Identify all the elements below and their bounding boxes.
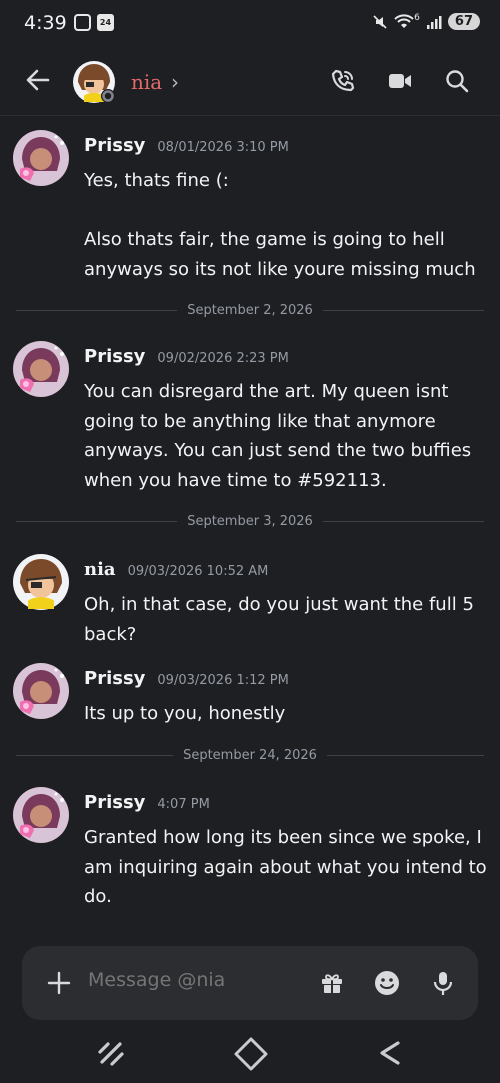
chevron-right-icon[interactable]: › xyxy=(171,70,179,94)
avatar[interactable] xyxy=(12,553,70,611)
divider-label: September 3, 2026 xyxy=(187,513,313,529)
message-author[interactable]: Prissy xyxy=(84,792,145,813)
avatar[interactable] xyxy=(72,60,116,104)
message-composer xyxy=(22,946,478,1020)
message-timestamp: 4:07 PM xyxy=(157,797,210,812)
nav-back-icon[interactable] xyxy=(376,1036,404,1070)
plus-icon[interactable] xyxy=(46,970,72,996)
divider-line xyxy=(322,520,485,522)
message-input[interactable] xyxy=(88,969,298,991)
message-timestamp: 09/02/2026 2:23 PM xyxy=(157,351,289,366)
divider-line xyxy=(322,309,485,311)
divider-line xyxy=(16,754,174,756)
date-divider: September 24, 2026 xyxy=(16,745,485,765)
recent-apps-icon[interactable] xyxy=(94,1036,128,1070)
message-text: You can disregard the art. My queen isnt… xyxy=(84,381,477,491)
divider-line xyxy=(16,309,178,311)
system-nav-bar xyxy=(0,1030,500,1083)
wifi-label: 6 xyxy=(414,12,420,23)
home-icon[interactable] xyxy=(233,1036,269,1072)
avatar[interactable] xyxy=(12,129,70,187)
calendar-badge-icon: 24 xyxy=(97,14,114,31)
message-author[interactable]: Prissy xyxy=(84,668,145,689)
divider-line xyxy=(326,754,485,756)
microphone-icon[interactable] xyxy=(432,970,454,996)
message-author[interactable]: Prissy xyxy=(84,346,145,367)
avatar[interactable] xyxy=(12,662,70,720)
dm-header: nia › xyxy=(0,50,500,116)
divider-line xyxy=(16,520,178,522)
battery-indicator: 67 xyxy=(447,13,480,30)
divider-label: September 24, 2026 xyxy=(183,747,317,763)
message-text: Oh, in that case, do you just want the f… xyxy=(84,594,480,645)
message-text: Granted how long its been since we spoke… xyxy=(84,827,493,907)
message-author[interactable]: Prissy xyxy=(84,135,145,156)
status-bar: 4:39 24 6 67 xyxy=(0,0,500,50)
message-timestamp: 09/03/2026 10:52 AM xyxy=(127,564,269,579)
date-divider: September 3, 2026 xyxy=(16,511,485,531)
divider-label: September 2, 2026 xyxy=(187,302,313,318)
back-arrow-icon[interactable] xyxy=(22,64,54,96)
screenshot-icon xyxy=(74,14,91,31)
search-icon[interactable] xyxy=(444,68,470,94)
message-text: Yes, thats fine (: Also thats fair, the … xyxy=(84,170,476,280)
phone-call-icon[interactable] xyxy=(330,68,356,94)
message-timestamp: 09/03/2026 1:12 PM xyxy=(157,673,289,688)
conversation-name[interactable]: nia xyxy=(131,70,162,94)
wifi-icon xyxy=(394,13,414,28)
date-divider: September 2, 2026 xyxy=(16,300,485,320)
message-timestamp: 08/01/2026 3:10 PM xyxy=(157,140,289,155)
emoji-icon[interactable] xyxy=(374,970,400,996)
status-time: 4:39 xyxy=(24,12,67,34)
message-text: Its up to you, honestly xyxy=(84,703,286,724)
gift-icon[interactable] xyxy=(320,971,344,995)
avatar[interactable] xyxy=(12,340,70,398)
signal-icon xyxy=(426,15,442,29)
avatar[interactable] xyxy=(12,786,70,844)
message-author[interactable]: nia xyxy=(84,559,116,580)
mute-icon xyxy=(373,14,387,29)
video-camera-icon[interactable] xyxy=(387,68,413,94)
